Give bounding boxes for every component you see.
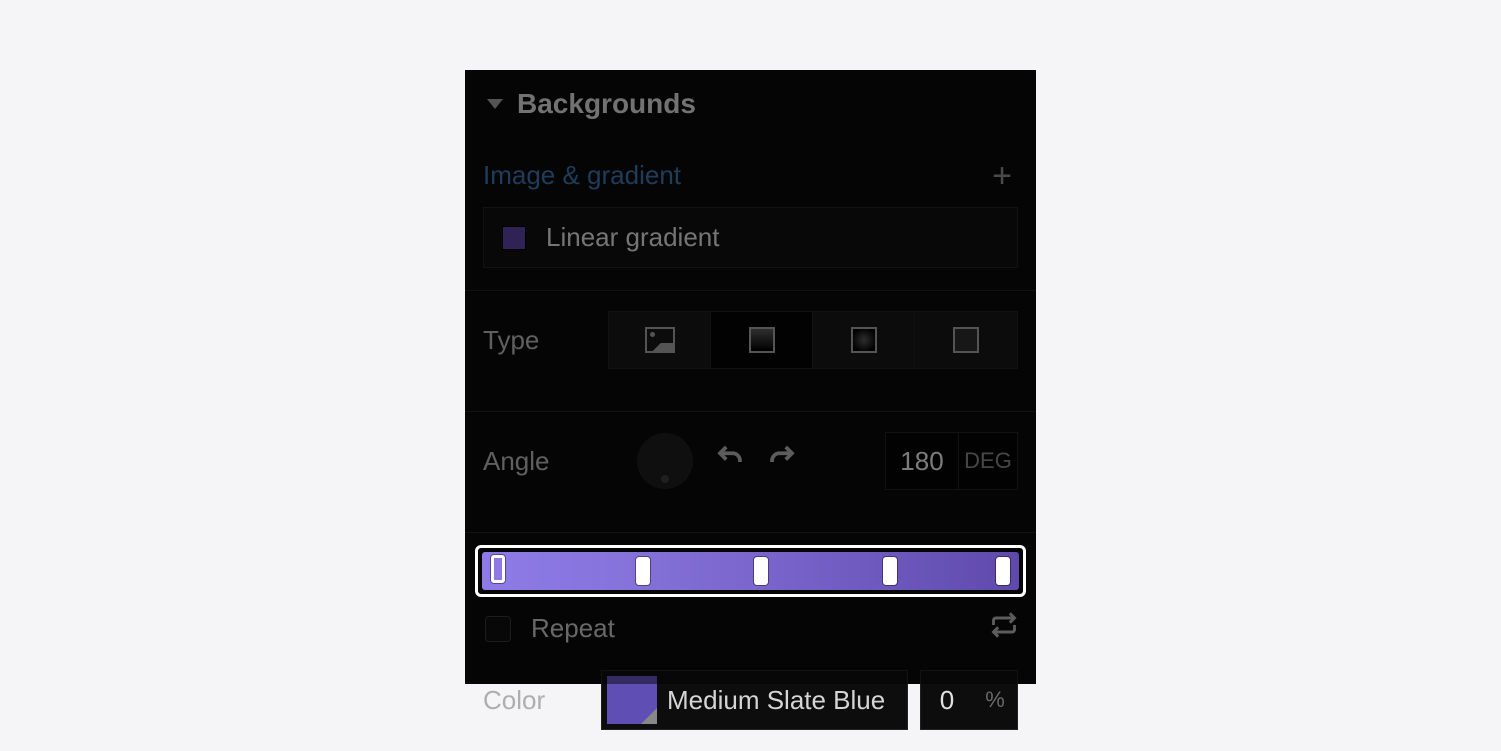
rotate-ccw-button[interactable] — [715, 442, 745, 480]
gradient-bar[interactable] — [482, 552, 1019, 590]
type-row: Type — [465, 291, 1036, 389]
angle-knob[interactable] — [637, 433, 693, 489]
stop-position-field[interactable]: 0 % — [920, 670, 1018, 730]
gradient-stop-3[interactable] — [883, 557, 897, 585]
image-icon — [645, 327, 675, 353]
image-gradient-subheader: Image & gradient + — [465, 130, 1036, 199]
section-header[interactable]: Backgrounds — [465, 70, 1036, 130]
type-linear-button[interactable] — [711, 312, 813, 368]
layer-name: Linear gradient — [546, 222, 719, 253]
rotate-cw-button[interactable] — [767, 442, 797, 480]
type-radial-button[interactable] — [813, 312, 915, 368]
color-name: Medium Slate Blue — [667, 685, 885, 716]
layer-swatch-icon — [502, 226, 526, 250]
swap-icon — [990, 611, 1018, 639]
reverse-gradient-button[interactable] — [990, 611, 1018, 646]
color-swatch[interactable] — [607, 676, 657, 724]
angle-row: Angle 180 DEG — [465, 412, 1036, 510]
angle-unit: DEG — [958, 433, 1017, 489]
angle-value: 180 — [886, 446, 958, 477]
color-label: Color — [483, 685, 601, 716]
repeat-label: Repeat — [531, 613, 615, 644]
type-solid-button[interactable] — [915, 312, 1017, 368]
solid-color-icon — [953, 327, 979, 353]
divider — [465, 532, 1036, 533]
background-layer-row[interactable]: Linear gradient — [483, 207, 1018, 268]
caret-down-icon — [487, 99, 503, 109]
repeat-checkbox[interactable] — [485, 616, 511, 642]
subheader-label: Image & gradient — [483, 160, 681, 191]
gradient-stop-2[interactable] — [754, 557, 768, 585]
radial-gradient-icon — [851, 327, 877, 353]
type-image-button[interactable] — [609, 312, 711, 368]
linear-gradient-icon — [749, 327, 775, 353]
gradient-stop-0[interactable] — [491, 555, 505, 583]
undo-icon — [715, 442, 745, 472]
gradient-stop-1[interactable] — [636, 557, 650, 585]
redo-icon — [767, 442, 797, 472]
angle-label: Angle — [483, 446, 550, 477]
backgrounds-panel: Backgrounds Image & gradient + Linear gr… — [465, 70, 1036, 684]
angle-controls — [637, 433, 797, 489]
stop-position-value: 0 — [921, 685, 973, 716]
add-background-button[interactable]: + — [992, 166, 1012, 186]
type-button-group — [608, 311, 1018, 369]
repeat-row: Repeat — [465, 597, 1036, 652]
gradient-slider[interactable] — [475, 545, 1026, 597]
type-label: Type — [483, 325, 593, 356]
stop-position-unit: % — [973, 687, 1017, 713]
color-row: Color Medium Slate Blue 0 % — [465, 652, 1036, 730]
angle-input[interactable]: 180 DEG — [885, 432, 1018, 490]
section-title: Backgrounds — [517, 88, 696, 120]
color-field[interactable]: Medium Slate Blue — [601, 670, 908, 730]
gradient-stop-4[interactable] — [996, 557, 1010, 585]
